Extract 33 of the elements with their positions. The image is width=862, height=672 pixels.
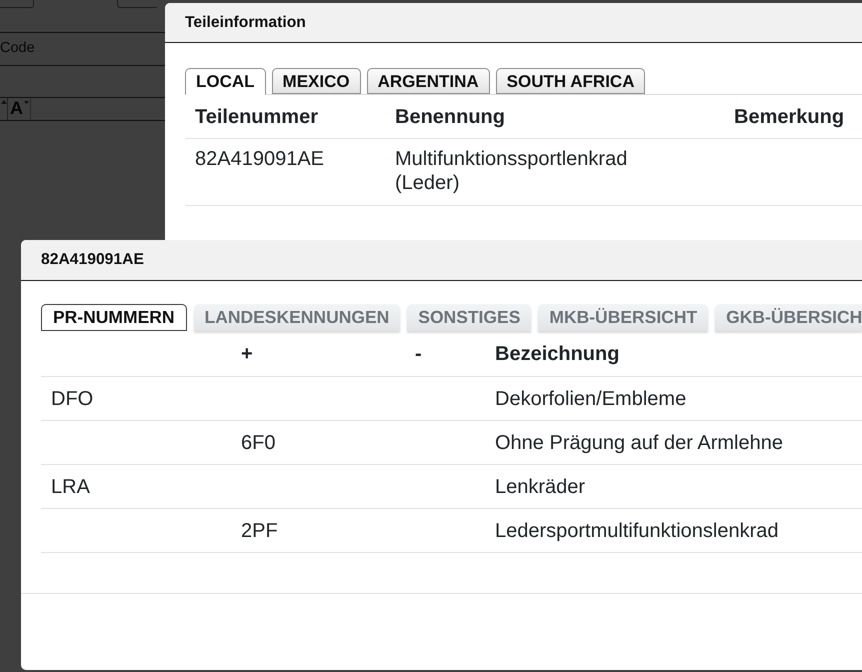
table-cell: 2PF bbox=[241, 520, 278, 542]
table-cell: Lenkräder bbox=[495, 476, 586, 498]
table-cell: 82A419091AE bbox=[195, 148, 324, 170]
table-cell: LRA bbox=[51, 476, 90, 498]
column-header: Bemerkung bbox=[734, 106, 844, 128]
table-cell: Ledersportmultifunktionslenkrad bbox=[495, 520, 778, 542]
column-header: Bezeichnung bbox=[495, 342, 620, 364]
tab[interactable]: PR-NUMMERN bbox=[41, 304, 187, 331]
tab[interactable]: SONSTIGES bbox=[407, 304, 532, 331]
table-cell: 6F0 bbox=[241, 432, 276, 454]
table-cell: Dekorfolien/Embleme bbox=[495, 388, 686, 410]
font-size-button[interactable] bbox=[0, 98, 8, 120]
column-header: Benennung bbox=[395, 106, 505, 128]
dialog-title: Teileinformation bbox=[185, 12, 306, 33]
table-cell-text: Multifunktionssportlenkrad (Leder) bbox=[395, 147, 628, 195]
tab[interactable]: MEXICO bbox=[272, 68, 361, 94]
tab[interactable]: MKB-ÜBERSICHT bbox=[538, 304, 708, 331]
tab[interactable]: GKB-ÜBERSICH bbox=[715, 304, 862, 331]
dialog-title: 82A419091AE bbox=[41, 250, 144, 270]
code-label: Code bbox=[0, 39, 35, 58]
column-header: - bbox=[415, 342, 422, 364]
caret-down-icon bbox=[24, 101, 29, 104]
button-outline bbox=[0, 0, 34, 8]
table-cell: Ohne Prägung auf der Armlehne bbox=[495, 432, 783, 454]
tab[interactable]: LANDESKENNUNGEN bbox=[194, 304, 400, 331]
column-header: + bbox=[241, 342, 253, 364]
tab[interactable]: SOUTH AFRICA bbox=[496, 68, 646, 94]
tab[interactable]: LOCAL bbox=[185, 68, 266, 95]
column-header: Teilenummer bbox=[195, 106, 318, 128]
tab[interactable]: ARGENTINA bbox=[366, 68, 490, 94]
caret-up-icon bbox=[0, 100, 6, 104]
button-outline bbox=[117, 0, 157, 8]
table-cell: DFO bbox=[51, 388, 94, 410]
